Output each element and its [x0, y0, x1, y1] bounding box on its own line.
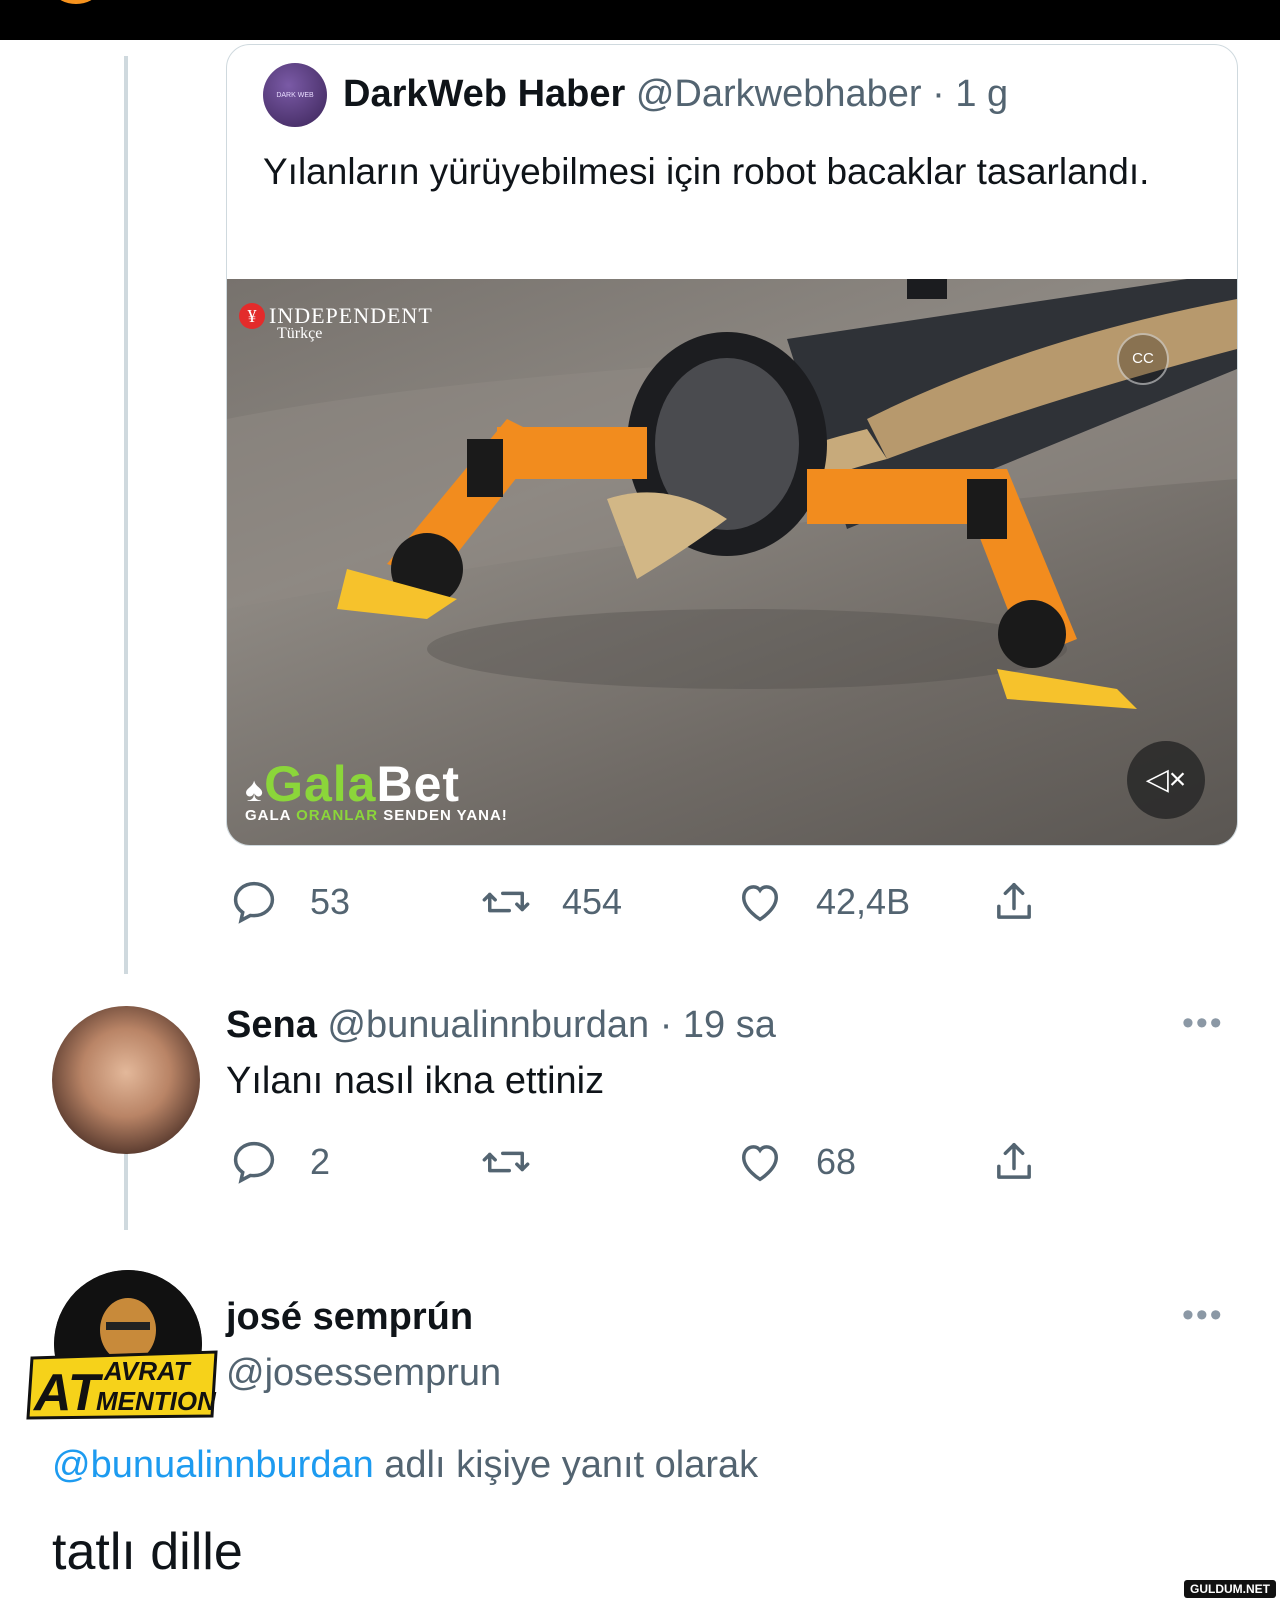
tweet-time[interactable]: 1 g [955, 73, 1008, 115]
quoted-tweet-header: DarkWeb Haber @Darkwebhaber · 1 g [343, 73, 1008, 116]
like-button[interactable]: 68 [734, 1132, 856, 1192]
tweet-time[interactable]: 19 sa [683, 1004, 776, 1046]
author-handle[interactable]: @Darkwebhaber [636, 73, 922, 115]
more-options-icon[interactable]: ••• [1182, 1296, 1224, 1335]
heart-icon [742, 885, 778, 922]
reply-button[interactable]: 2 [228, 1132, 330, 1192]
share-icon [997, 1142, 1031, 1179]
reply-2-text: tatlı dille [52, 1523, 243, 1581]
quoted-tweet-card[interactable]: DARK WEB DarkWeb Haber @Darkwebhaber · 1… [226, 44, 1238, 846]
top-bar [0, 0, 1280, 40]
author-handle[interactable]: @josessemprun [226, 1352, 501, 1394]
separator: · [659, 1004, 673, 1046]
reply-icon [233, 881, 275, 924]
retweet-icon [482, 891, 530, 913]
separator: · [932, 73, 945, 115]
thread-line [124, 56, 128, 974]
reply-1-header: Sena @bunualinnburdan · 19 sa [226, 1004, 776, 1047]
reply-2-handle: @josessemprun [226, 1352, 501, 1395]
sponsor-watermark: ♠GalaBet GALA ORANLAR SENDEN YANA! [245, 756, 508, 824]
reply-button[interactable]: 53 [228, 872, 350, 932]
retweet-button[interactable] [480, 1132, 562, 1192]
badge-avrat-text: AVRAT [103, 1356, 192, 1386]
spade-icon: ♠ [245, 771, 265, 809]
more-options-icon[interactable]: ••• [1182, 1004, 1224, 1043]
retweet-icon [482, 1151, 530, 1173]
darkweb-avatar[interactable]: DARK WEB [263, 63, 327, 127]
mute-icon[interactable]: ◁× [1127, 741, 1205, 819]
quoted-tweet-actions: 53 454 42,4B [228, 872, 1068, 932]
author-handle[interactable]: @bunualinnburdan [327, 1004, 649, 1046]
share-button[interactable] [988, 872, 1040, 932]
author-name[interactable]: josé semprún [226, 1296, 473, 1338]
tweet-video[interactable]: ¥ INDEPENDENT Türkçe CC ◁× ♠GalaBet GALA … [227, 279, 1237, 845]
badge-at-text: AT [32, 1364, 104, 1420]
thread-line [124, 1146, 128, 1230]
heart-icon [742, 1145, 778, 1182]
independent-logo: ¥ INDEPENDENT Türkçe [239, 303, 433, 343]
sena-avatar[interactable] [52, 1006, 200, 1154]
tweet-text: Yılanların yürüyebilmesi için robot baca… [263, 151, 1150, 192]
reply-1-text: Yılanı nasıl ikna ettiniz [226, 1060, 605, 1102]
app-logo-icon [56, 0, 96, 4]
replying-to: @bunualinnburdan adlı kişiye yanıt olara… [52, 1444, 759, 1486]
site-watermark: GULDUM.NET [1184, 1580, 1276, 1598]
independent-eagle-icon: ¥ [239, 303, 265, 329]
share-button[interactable] [988, 1132, 1040, 1192]
author-name[interactable]: DarkWeb Haber [343, 73, 625, 115]
like-button[interactable]: 42,4B [734, 872, 910, 932]
reply-1-actions: 2 68 [228, 1132, 1068, 1192]
reply-to-link[interactable]: @bunualinnburdan [52, 1444, 374, 1486]
share-icon [997, 882, 1031, 919]
reply-icon [233, 1141, 275, 1184]
at-mention-badge: AT AVRAT MENTION [26, 1350, 218, 1420]
retweet-button[interactable]: 454 [480, 872, 622, 932]
author-name[interactable]: Sena [226, 1004, 317, 1046]
cc-icon[interactable]: CC [1117, 333, 1169, 385]
badge-mention-text: MENTION [96, 1386, 217, 1416]
reply-2-name: josé semprún [226, 1296, 473, 1339]
